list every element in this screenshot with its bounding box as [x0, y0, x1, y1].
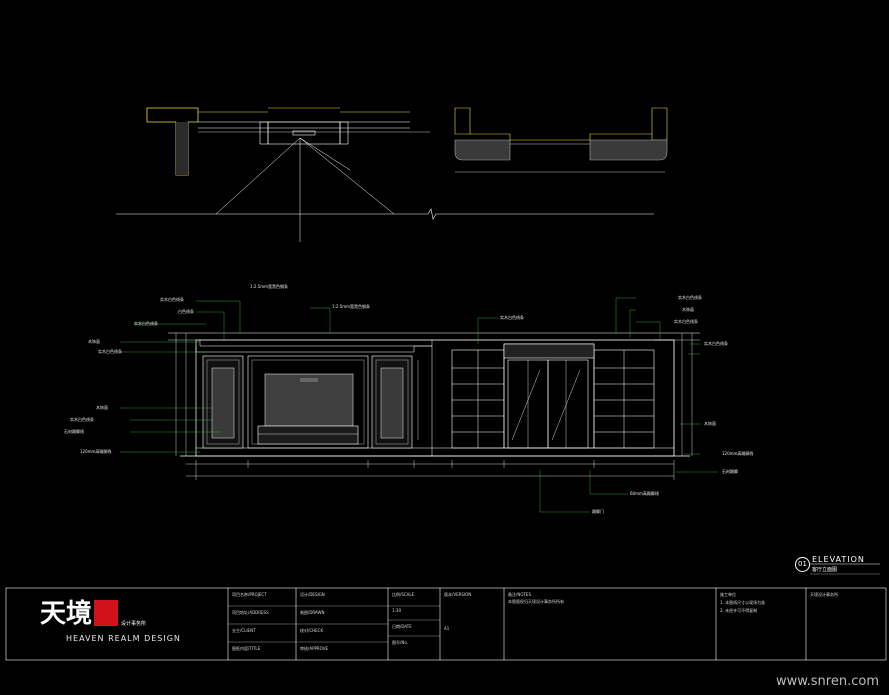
tb-c6r3: 2. 未经许可不得复制: [720, 608, 758, 613]
tb-c6r2: 1. 本图纸尺寸以现场为准: [720, 600, 766, 605]
elevation-number: 01: [795, 557, 810, 572]
annotation-right-low2: 石材踢脚: [722, 469, 738, 474]
logo-name-cn: 天境: [40, 599, 93, 629]
tb-c5r1: 备注/NOTES: [508, 592, 531, 597]
tb-c2r4: 审核/APPROVE: [300, 646, 329, 651]
logo-name-en: HEAVEN REALM DESIGN: [66, 634, 181, 643]
annotation-top-center: 1:2.5mm宽黑色钢条: [250, 284, 289, 289]
annotation-left1: 实木白色线条: [160, 297, 184, 302]
tb-c1r4: 图纸内容/TITLE: [232, 646, 261, 651]
tb-c7r1: 天境设计事务所: [810, 592, 838, 597]
tb-c2r1: 设计/DESIGN: [300, 592, 325, 597]
annotation-left7: 实木白色线条: [70, 417, 94, 422]
tb-c6r1: 施工单位: [720, 592, 736, 597]
elevation-title: ELEVATION: [812, 555, 865, 564]
tb-c4r1: 版本/VERSION: [444, 592, 472, 597]
watermark: www.snren.com: [775, 674, 879, 689]
tb-c2r3: 校对/CHECK: [300, 628, 324, 633]
tb-c1r2: 项目地址/ADDRESS: [232, 610, 269, 615]
annotation-left2: 白色线条: [178, 309, 194, 314]
annotation-left4: 木饰面: [88, 339, 100, 344]
annotation-right-mid: 木饰面: [704, 421, 716, 426]
tb-c1r1: 项目名称/PROJECT: [232, 592, 267, 597]
tb-c3r2: 1:30: [392, 608, 401, 613]
annotation-top-center2: 1:2.5mm宽黑色钢条: [332, 304, 371, 309]
elevation-subtitle: 客厅立面图: [812, 567, 838, 573]
logo-subtitle: 设计事务所: [121, 621, 147, 627]
tb-c2r2: 制图/DRAWN: [300, 610, 325, 615]
cad-drawing: [5, 107, 887, 661]
annotation-right-top4: 实木白色线条: [704, 341, 728, 346]
annotation-left8: 石材踢脚线: [64, 429, 84, 434]
annotation-left9: 120mm高踢脚线: [80, 449, 112, 454]
annotation-right-low: 120mm高踢脚线: [722, 451, 754, 456]
annotation-bottom1: 60mm高踢脚线: [630, 491, 659, 496]
tb-c4r2: A1: [444, 626, 450, 631]
annotation-left6: 木饰面: [96, 405, 108, 410]
plan-view: [116, 107, 668, 242]
annotation-left3: 实木白色线条: [134, 321, 158, 326]
annotation-center-top: 实木白色线条: [500, 315, 524, 320]
annotation-bottom2: 踢脚门: [592, 509, 604, 514]
tb-c3r3: 日期/DATE: [392, 624, 412, 629]
tb-c1r3: 业主/CLIENT: [232, 628, 256, 633]
tb-c3r4: 图号/No.: [392, 640, 408, 645]
elevation-view: [168, 332, 700, 480]
logo-seal-icon: [94, 600, 118, 626]
annotation-right-top2: 木饰面: [682, 307, 694, 312]
tb-c3r1: 比例/SCALE: [392, 592, 415, 597]
tb-c5r2: 本图版权归天境设计事务所所有: [508, 599, 564, 604]
annotation-right-top3: 实木白色线条: [674, 319, 698, 324]
annotation-left5: 实木白色线条: [98, 349, 122, 354]
annotation-right-top1: 实木白色线条: [678, 295, 702, 300]
